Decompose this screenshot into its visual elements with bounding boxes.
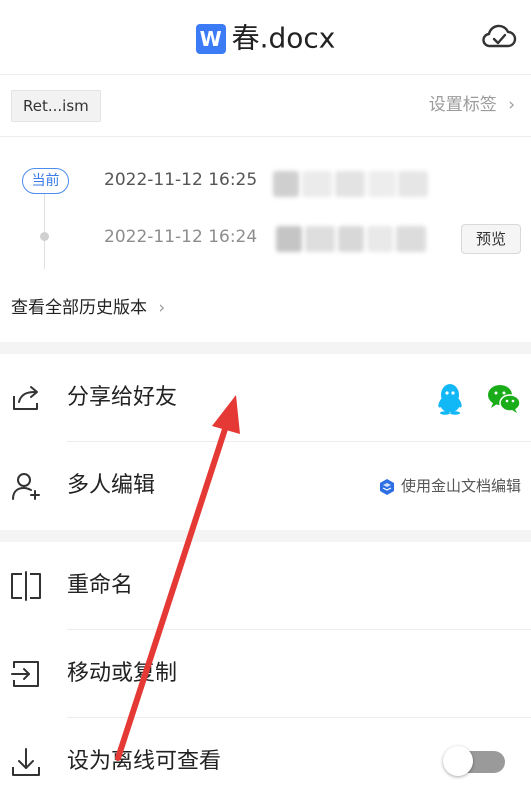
timeline-line bbox=[44, 193, 45, 269]
move-copy-label: 移动或复制 bbox=[67, 661, 178, 686]
set-tag-link[interactable]: 设置标签 › bbox=[429, 90, 515, 120]
offline-label: 设为离线可查看 bbox=[67, 749, 222, 774]
set-tag-label: 设置标签 bbox=[428, 95, 497, 115]
preview-button[interactable]: 预览 bbox=[461, 224, 521, 254]
rename-label: 重命名 bbox=[67, 573, 134, 598]
rename-icon bbox=[11, 571, 41, 601]
title-bar: W 春.docx bbox=[0, 18, 531, 58]
move-copy-row[interactable]: 移动或复制 bbox=[0, 630, 531, 718]
kingsoft-docs-label: 使用金山文档编辑 bbox=[400, 477, 521, 495]
tag-chip[interactable]: Ret...ism bbox=[11, 90, 101, 122]
share-label: 分享给好友 bbox=[67, 385, 178, 410]
kingsoft-docs-icon bbox=[379, 478, 394, 495]
header: W 春.docx bbox=[0, 0, 531, 75]
collab-edit-label: 多人编辑 bbox=[67, 473, 156, 498]
version-time-1: 2022-11-12 16:25 bbox=[104, 170, 258, 190]
timeline-dot bbox=[40, 232, 49, 241]
share-icon bbox=[13, 386, 38, 410]
section-gap bbox=[0, 342, 531, 354]
word-file-icon: W bbox=[195, 23, 226, 54]
rename-row[interactable]: 重命名 bbox=[0, 542, 531, 630]
share-row[interactable]: 分享给好友 bbox=[0, 354, 531, 442]
chevron-right-icon: › bbox=[158, 298, 166, 318]
toggle-knob bbox=[443, 746, 473, 776]
view-all-history-link[interactable]: 查看全部历史版本 › bbox=[11, 293, 165, 318]
kingsoft-docs-link[interactable]: 使用金山文档编辑 bbox=[379, 475, 521, 497]
download-icon bbox=[12, 748, 40, 776]
add-user-icon bbox=[12, 473, 40, 500]
collab-edit-row[interactable]: 多人编辑 使用金山文档编辑 bbox=[0, 442, 531, 530]
offline-row[interactable]: 设为离线可查看 bbox=[0, 718, 531, 806]
move-icon bbox=[11, 661, 39, 687]
version-history: 当前 2022-11-12 16:25 2022-11-12 16:24 预览 … bbox=[0, 137, 531, 342]
version-time-2: 2022-11-12 16:24 bbox=[104, 227, 258, 247]
section-gap bbox=[0, 530, 531, 542]
offline-toggle[interactable] bbox=[443, 746, 505, 776]
tag-row: Ret...ism 设置标签 › bbox=[0, 74, 531, 137]
cloud-sync-icon[interactable] bbox=[481, 20, 517, 54]
document-title: 春.docx bbox=[231, 21, 336, 55]
wechat-icon[interactable] bbox=[487, 384, 521, 414]
chevron-right-icon: › bbox=[508, 95, 515, 115]
current-version-badge: 当前 bbox=[22, 168, 69, 194]
view-all-history-label: 查看全部历史版本 bbox=[11, 298, 147, 318]
qq-icon[interactable] bbox=[435, 381, 465, 415]
